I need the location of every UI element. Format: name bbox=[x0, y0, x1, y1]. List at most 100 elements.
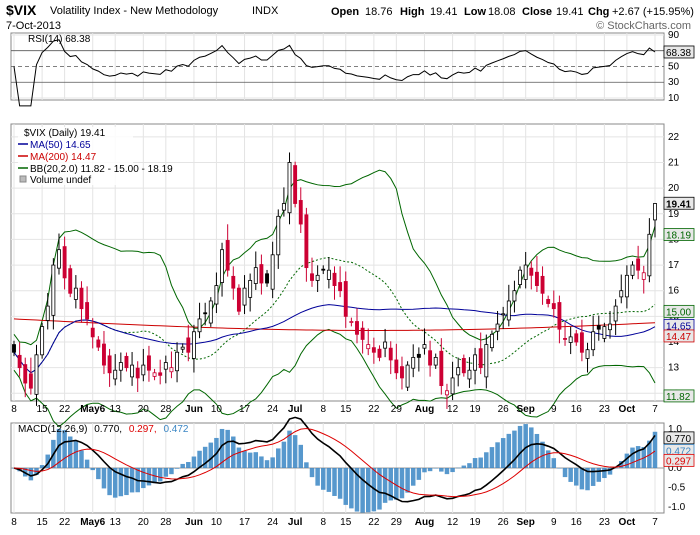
legend-bb: BB(20,2.0) 11.82 - 15.00 - 18.19 bbox=[30, 164, 173, 175]
x-tick-label-bottom: 24 bbox=[267, 517, 279, 528]
x-tick-label-bottom: 28 bbox=[160, 517, 172, 528]
macd-legend-name: MACD(12,26,9) bbox=[18, 424, 87, 435]
x-tick-label: 16 bbox=[571, 404, 583, 415]
candle-body bbox=[281, 203, 286, 211]
price-y-tick: 13 bbox=[668, 363, 680, 374]
rsi-line bbox=[13, 39, 656, 107]
x-tick-label: 19 bbox=[470, 404, 482, 415]
macd-hist-bar bbox=[444, 468, 450, 475]
x-tick-label: Jun bbox=[185, 404, 203, 415]
macd-hist-bar bbox=[90, 468, 95, 471]
candle-body bbox=[220, 249, 224, 283]
x-tick-label-bottom: 12 bbox=[447, 517, 459, 528]
macd-hist-bar bbox=[399, 468, 405, 499]
candle-body bbox=[512, 290, 517, 302]
candle-body bbox=[563, 338, 567, 340]
candle-body bbox=[484, 344, 489, 378]
macd-hist-bar bbox=[270, 457, 275, 468]
symbol-exchange: INDX bbox=[252, 5, 279, 17]
x-tick-label: 22 bbox=[59, 404, 71, 415]
candle-body bbox=[366, 344, 371, 350]
macd-hist-bar bbox=[635, 446, 641, 468]
candle-body bbox=[383, 341, 388, 349]
x-tick-label-bottom: 19 bbox=[470, 517, 482, 528]
macd-hist-bar bbox=[579, 468, 585, 490]
candle-body bbox=[310, 273, 314, 281]
candle-body bbox=[107, 355, 112, 374]
macd-hist-bar bbox=[534, 433, 540, 468]
x-tick-label-bottom: 22 bbox=[59, 517, 71, 528]
x-tick-label: 10 bbox=[211, 404, 223, 415]
candle-body bbox=[326, 269, 331, 280]
candle-body bbox=[90, 327, 95, 338]
candle-body bbox=[461, 358, 466, 374]
bb-lower-tag: 11.82 bbox=[663, 389, 695, 403]
candle-body bbox=[152, 372, 157, 377]
price-y-tick: 17 bbox=[668, 260, 680, 271]
x-tick-label: 23 bbox=[599, 404, 611, 415]
x-tick-label: 17 bbox=[239, 404, 251, 415]
candle-body bbox=[96, 339, 101, 348]
candle-body bbox=[608, 323, 612, 331]
candle-body bbox=[546, 299, 551, 304]
macd-hist-bar bbox=[472, 458, 478, 468]
x-tick-label: 28 bbox=[160, 404, 172, 415]
candle-body bbox=[68, 268, 73, 294]
x-tick-label-bottom: 17 bbox=[239, 517, 251, 528]
signal-value-tag: 0.297 bbox=[663, 453, 695, 467]
high-value: 19.41 bbox=[430, 6, 458, 18]
candle-body bbox=[473, 354, 478, 371]
candle-body bbox=[630, 264, 635, 276]
macd-hist-bar bbox=[365, 468, 371, 513]
x-tick-label: Aug bbox=[415, 404, 434, 415]
macd-hist-bar bbox=[512, 430, 517, 468]
candle-body bbox=[540, 275, 545, 294]
candle-body bbox=[428, 350, 433, 366]
candle-body bbox=[388, 347, 393, 361]
rsi-value-tag: 68.38 bbox=[663, 45, 695, 59]
x-tick-label: 8 bbox=[320, 404, 326, 415]
x-tick-label: 29 bbox=[391, 404, 403, 415]
macd-hist-bar bbox=[489, 447, 495, 468]
legend-volume: Volume undef bbox=[30, 175, 91, 186]
candle-body bbox=[208, 300, 213, 324]
candle-body bbox=[248, 280, 253, 298]
x-tick-label: Sep bbox=[517, 404, 535, 415]
rsi-legend: RSI(14) 68.38 bbox=[28, 34, 91, 45]
candle-body bbox=[124, 355, 129, 369]
candle-body bbox=[501, 313, 506, 316]
candle-body bbox=[293, 165, 298, 204]
macd-hist-bar bbox=[557, 468, 562, 469]
candle-body bbox=[360, 327, 365, 340]
candle-body bbox=[422, 344, 427, 349]
macd-hist-bar bbox=[405, 468, 410, 493]
x-tick-label: 24 bbox=[267, 404, 279, 415]
price-y-tick: 21 bbox=[668, 157, 680, 168]
x-tick-label-bottom: 8 bbox=[11, 517, 17, 528]
macd-hist-bar bbox=[416, 468, 422, 480]
x-tick-label-bottom: Oct bbox=[619, 517, 636, 528]
symbol-name: Volatility Index - New Methodology bbox=[50, 5, 219, 17]
candle-body bbox=[34, 354, 39, 395]
candle-body bbox=[647, 233, 652, 277]
bb-mid-tag: 15.00 bbox=[663, 304, 695, 318]
candle-body bbox=[158, 372, 163, 376]
candle-body bbox=[349, 321, 354, 323]
candle-body bbox=[118, 362, 123, 371]
macd-hist-bar bbox=[630, 447, 635, 468]
x-tick-label: 12 bbox=[447, 404, 459, 415]
symbol-title: $VIX bbox=[6, 2, 37, 18]
chg-label: Chg bbox=[588, 6, 609, 18]
x-tick-label-bottom: 10 bbox=[211, 517, 223, 528]
candle-body bbox=[568, 336, 573, 343]
x-tick-label-bottom: 22 bbox=[368, 517, 380, 528]
x-tick-label: 7 bbox=[652, 404, 658, 415]
macd-hist-bar bbox=[517, 425, 523, 468]
x-tick-label-bottom: Sep bbox=[517, 517, 535, 528]
chg-value: +2.67 (+15.95%) bbox=[612, 6, 694, 18]
open-label: Open bbox=[331, 6, 359, 18]
candle-body bbox=[51, 264, 56, 316]
macd-hist-bar bbox=[225, 429, 230, 468]
macd-hist-bar bbox=[410, 468, 416, 486]
x-tick-label: Jul bbox=[288, 404, 303, 415]
